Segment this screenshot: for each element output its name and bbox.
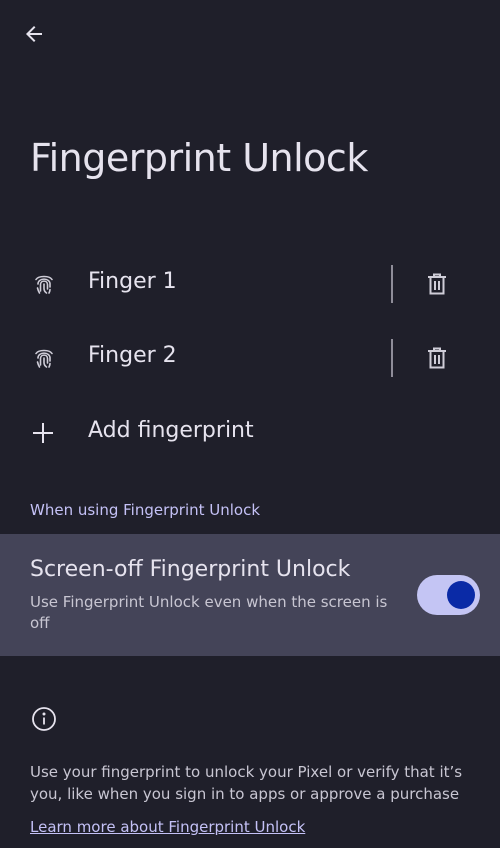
screen-off-toggle[interactable] bbox=[417, 575, 480, 615]
finger-item-1[interactable]: Finger 1 bbox=[0, 247, 500, 321]
section-header: When using Fingerprint Unlock bbox=[30, 501, 261, 519]
info-icon bbox=[32, 707, 56, 731]
setting-subtitle: Use Fingerprint Unlock even when the scr… bbox=[30, 593, 388, 632]
add-fingerprint-label: Add fingerprint bbox=[88, 418, 254, 443]
back-button[interactable] bbox=[16, 18, 52, 50]
add-fingerprint-button[interactable]: Add fingerprint bbox=[0, 396, 500, 470]
delete-finger-2-button[interactable] bbox=[418, 338, 456, 378]
trash-icon bbox=[428, 273, 446, 295]
learn-more-link[interactable]: Learn more about Fingerprint Unlock bbox=[30, 818, 305, 836]
trash-icon bbox=[428, 347, 446, 369]
finger-label: Finger 1 bbox=[88, 269, 177, 294]
screen-off-unlock-setting[interactable]: Screen-off Fingerprint Unlock Use Finger… bbox=[0, 534, 500, 656]
finger-item-2[interactable]: Finger 2 bbox=[0, 321, 500, 395]
delete-finger-1-button[interactable] bbox=[418, 264, 456, 304]
info-text: Use your fingerprint to unlock your Pixe… bbox=[30, 763, 463, 803]
plus-icon bbox=[33, 423, 53, 443]
toggle-thumb bbox=[447, 581, 475, 609]
fingerprint-icon bbox=[35, 275, 53, 294]
finger-label: Finger 2 bbox=[88, 343, 177, 368]
page-title: Fingerprint Unlock bbox=[30, 136, 368, 180]
fingerprint-icon bbox=[35, 349, 53, 368]
arrow-left-icon bbox=[26, 26, 42, 42]
divider bbox=[391, 265, 393, 303]
setting-title: Screen-off Fingerprint Unlock bbox=[30, 557, 351, 582]
divider bbox=[391, 339, 393, 377]
